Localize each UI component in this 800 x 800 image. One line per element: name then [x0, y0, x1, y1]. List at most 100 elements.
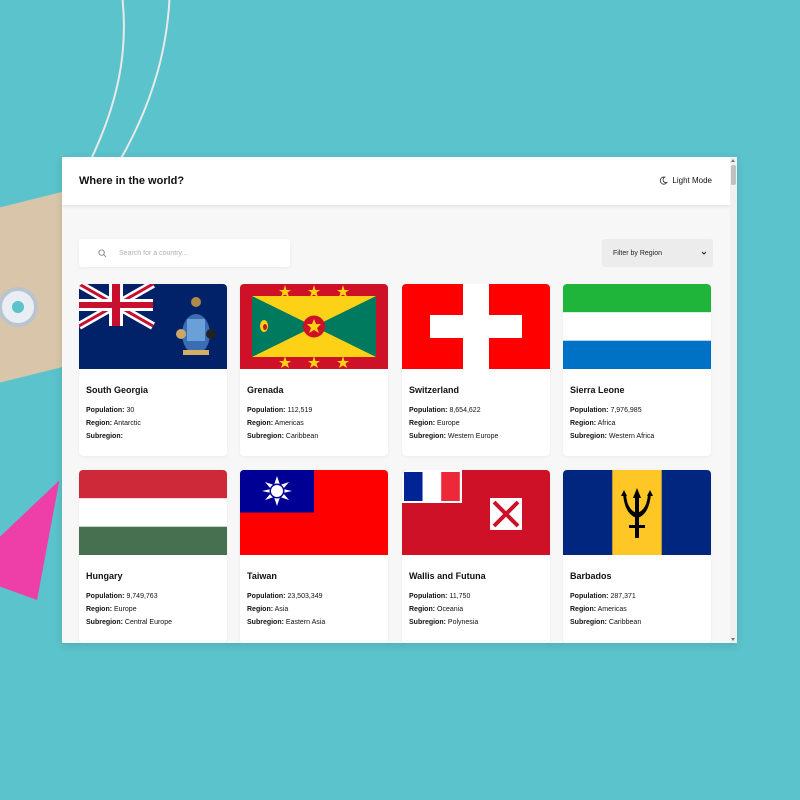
subregion-row: Subregion: Central Europe [86, 619, 220, 627]
sierra-leone-flag [563, 284, 711, 369]
population-value: 112,519 [287, 407, 313, 414]
subregion-row: Subregion: Caribbean [247, 433, 381, 441]
theme-toggle-button[interactable]: Light Mode [659, 176, 712, 185]
subregion-label: Subregion: [409, 619, 446, 626]
region-label: Region: [86, 420, 113, 427]
region-value: Americas [597, 606, 627, 613]
subregion-row: Subregion: Western Europe [409, 433, 543, 441]
country-card[interactable]: South Georgia Population: 30 Region: Ant… [79, 284, 227, 456]
subregion-row: Subregion: Polynesia [409, 619, 543, 627]
population-label: Population: [409, 407, 448, 414]
country-card[interactable]: Taiwan Population: 23,503,349 Region: As… [240, 470, 388, 643]
vertical-scrollbar[interactable] [730, 157, 737, 643]
country-card[interactable]: Wallis and Futuna Population: 11,750 Reg… [402, 470, 550, 643]
population-row: Population: 9,749,763 [86, 593, 220, 601]
country-name: South Georgia [86, 385, 149, 395]
country-card[interactable]: Hungary Population: 9,749,763 Region: Eu… [79, 470, 227, 643]
subregion-row: Subregion: Eastern Asia [247, 619, 381, 627]
region-row: Region: Americas [570, 606, 704, 614]
search-input[interactable] [117, 248, 281, 258]
region-label: Region: [570, 420, 597, 427]
country-card[interactable]: Switzerland Population: 8,654,622 Region… [402, 284, 550, 456]
app-window: Where in the world? Light Mode Filter by… [62, 157, 737, 643]
subregion-value: Caribbean [608, 619, 642, 626]
switzerland-flag [402, 284, 550, 369]
south-georgia-flag [79, 284, 227, 369]
theme-toggle-label: Light Mode [672, 176, 712, 185]
subregion-label: Subregion: [86, 433, 123, 440]
population-label: Population: [570, 593, 609, 600]
population-label: Population: [247, 593, 286, 600]
subregion-value: Western Africa [608, 433, 655, 440]
region-filter-label: Filter by Region [613, 249, 663, 257]
population-row: Population: 23,503,349 [247, 593, 381, 601]
subregion-label: Subregion: [247, 619, 284, 626]
country-name: Hungary [86, 571, 123, 581]
population-row: Population: 112,519 [247, 407, 381, 415]
hungary-flag [79, 470, 227, 555]
search-icon [98, 248, 107, 257]
subregion-label: Subregion: [409, 433, 446, 440]
subregion-row: Subregion: Caribbean [570, 619, 704, 627]
population-label: Population: [86, 593, 125, 600]
subregion-label: Subregion: [570, 433, 607, 440]
country-card[interactable]: Grenada Population: 112,519 Region: Amer… [240, 284, 388, 456]
population-label: Population: [570, 407, 609, 414]
subregion-value: Polynesia [447, 619, 479, 626]
wallis-and-futuna-flag [402, 470, 550, 555]
population-row: Population: 8,654,622 [409, 407, 543, 415]
region-value: Asia [274, 606, 289, 613]
moon-icon [660, 176, 669, 185]
region-label: Region: [247, 420, 274, 427]
country-name: Sierra Leone [570, 385, 625, 395]
region-row: Region: Europe [409, 420, 543, 428]
country-name: Switzerland [409, 385, 460, 395]
population-value: 30 [126, 407, 135, 414]
scroll-thumb[interactable] [731, 165, 736, 185]
region-row: Region: Asia [247, 606, 381, 614]
scroll-down-arrow[interactable] [731, 638, 735, 641]
population-value: 23,503,349 [287, 593, 323, 600]
subregion-value: Western Europe [447, 433, 499, 440]
region-row: Region: Americas [247, 420, 381, 428]
population-row: Population: 287,371 [570, 593, 704, 601]
country-name: Wallis and Futuna [409, 571, 486, 581]
country-name: Grenada [247, 385, 284, 395]
subregion-label: Subregion: [86, 619, 123, 626]
region-label: Region: [570, 606, 597, 613]
population-label: Population: [86, 407, 125, 414]
region-row: Region: Antarctic [86, 420, 220, 428]
region-label: Region: [247, 606, 274, 613]
search-bar[interactable] [79, 239, 290, 267]
region-label: Region: [409, 420, 436, 427]
region-value: Antarctic [113, 420, 141, 427]
population-value: 287,371 [610, 593, 636, 600]
subregion-row: Subregion: Western Africa [570, 433, 704, 441]
region-value: Americas [274, 420, 304, 427]
country-name: Barbados [570, 571, 612, 581]
chevron-down-icon [701, 251, 707, 255]
region-label: Region: [409, 606, 436, 613]
barbados-flag [563, 470, 711, 555]
population-value: 8,654,622 [449, 407, 481, 414]
population-value: 7,976,985 [610, 407, 642, 414]
region-row: Region: Oceania [409, 606, 543, 614]
region-value: Oceania [437, 606, 464, 613]
region-row: Region: Europe [86, 606, 220, 614]
country-card[interactable]: Barbados Population: 287,371 Region: Ame… [563, 470, 711, 643]
population-value: 11,750 [449, 593, 471, 600]
population-value: 9,749,763 [126, 593, 158, 600]
region-label: Region: [86, 606, 113, 613]
country-card[interactable]: Sierra Leone Population: 7,976,985 Regio… [563, 284, 711, 456]
scroll-up-arrow[interactable] [731, 159, 735, 162]
subregion-value: Eastern Asia [285, 619, 326, 626]
subregion-value: Caribbean [285, 433, 319, 440]
region-row: Region: Africa [570, 420, 704, 428]
region-filter-select[interactable]: Filter by Region [602, 239, 713, 267]
grenada-flag [240, 284, 388, 369]
taiwan-flag [240, 470, 388, 555]
subregion-label: Subregion: [570, 619, 607, 626]
population-row: Population: 30 [86, 407, 220, 415]
app-header: Where in the world? Light Mode [62, 157, 730, 205]
subregion-value: Central Europe [124, 619, 172, 626]
